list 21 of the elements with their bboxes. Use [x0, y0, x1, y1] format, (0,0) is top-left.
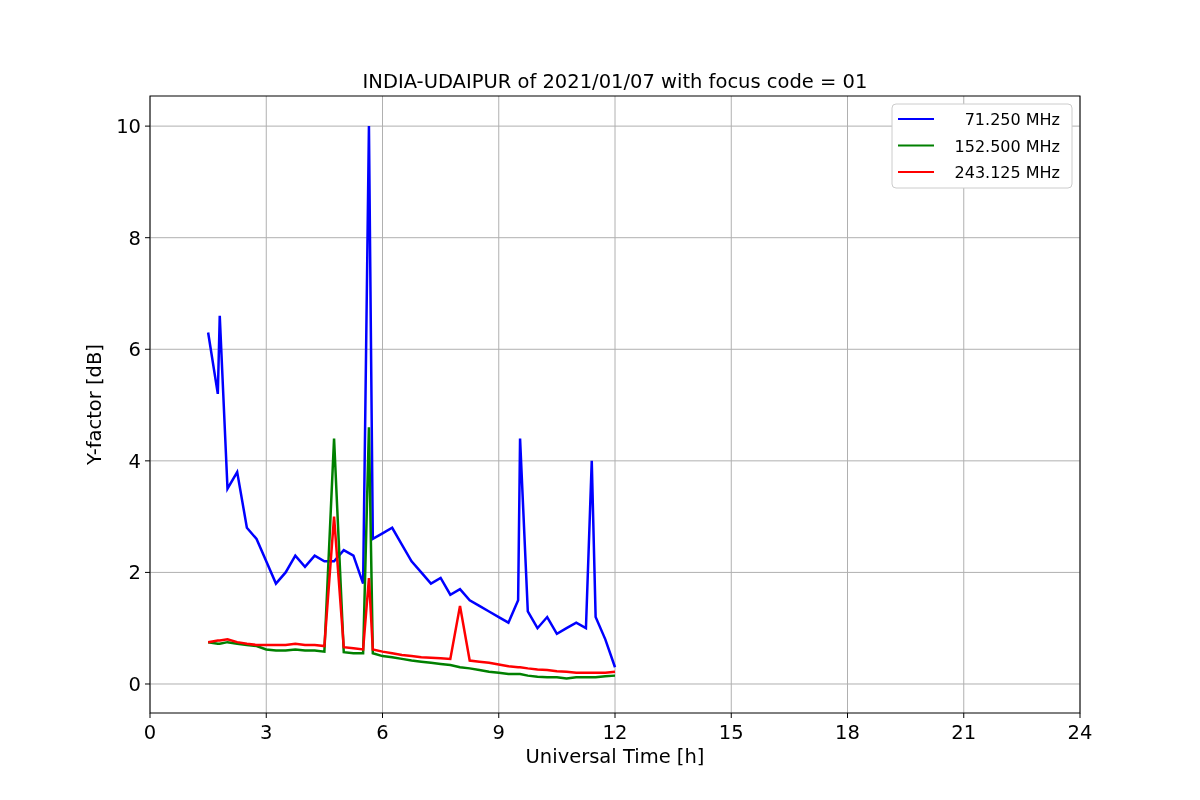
y-tick-label: 8 — [128, 226, 141, 250]
x-tick-label: 21 — [951, 721, 977, 744]
y-tick-label: 10 — [116, 115, 141, 139]
x-tick-label: 3 — [260, 721, 273, 744]
x-tick-label: 24 — [1067, 721, 1093, 744]
y-tick-label: 0 — [128, 673, 141, 696]
legend-label: 71.250 MHz — [964, 110, 1060, 129]
legend-label: 243.125 MHz — [954, 163, 1060, 182]
x-tick-label: 15 — [718, 721, 744, 744]
x-tick-label: 9 — [492, 721, 505, 744]
chart-title: INDIA-UDAIPUR of 2021/01/07 with focus code = 01 — [362, 70, 868, 93]
x-tick-label: 12 — [602, 721, 628, 744]
x-tick-label: 18 — [835, 721, 860, 744]
y-tick-label: 2 — [128, 561, 141, 585]
y-tick-label: 6 — [128, 338, 141, 362]
y-axis-label: Y-factor [dB] — [83, 344, 106, 465]
legend-label: 152.500 MHz — [954, 136, 1060, 156]
x-axis-label: Universal Time [h] — [525, 745, 705, 768]
y-tick-label: 4 — [128, 449, 141, 473]
x-tick-label: 0 — [143, 721, 157, 744]
x-tick-label: 6 — [376, 721, 389, 744]
